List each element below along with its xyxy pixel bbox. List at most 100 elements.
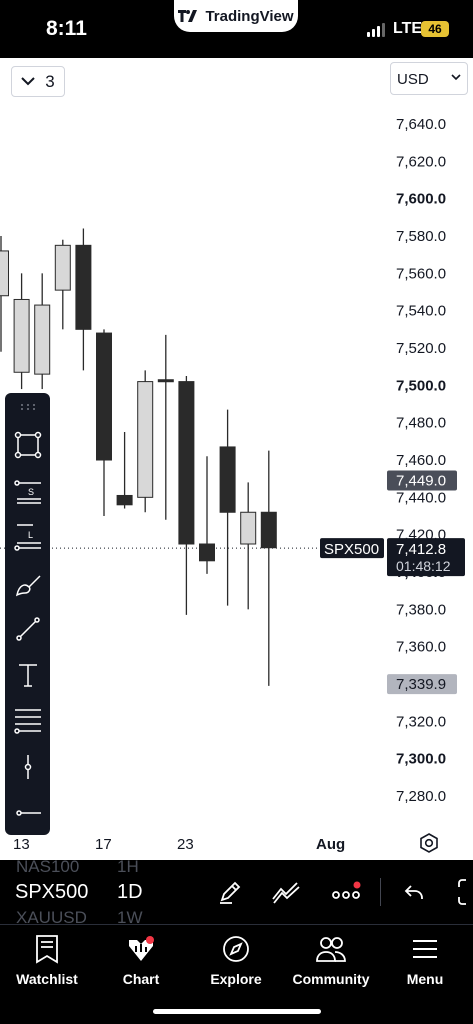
tab-explore[interactable]: Explore bbox=[189, 933, 283, 987]
price-tick: 7,280.0 bbox=[396, 788, 446, 805]
community-icon bbox=[316, 937, 346, 962]
short-position-tool-icon[interactable]: S bbox=[5, 471, 50, 511]
price-tick: 7,500.0 bbox=[396, 377, 446, 394]
candle[interactable] bbox=[13, 273, 30, 390]
candle[interactable] bbox=[0, 236, 9, 352]
tradingview-logo-icon bbox=[178, 10, 198, 22]
app-name: TradingView bbox=[205, 7, 294, 25]
status-time: 8:11 bbox=[46, 17, 87, 40]
candle-body bbox=[0, 250, 9, 297]
candle[interactable] bbox=[260, 450, 277, 686]
low-price-label-text: 7,339.9 bbox=[396, 676, 446, 693]
drag-handle-icon[interactable] bbox=[5, 395, 50, 419]
chart-settings-icon[interactable] bbox=[418, 832, 440, 854]
brush-tool-icon[interactable] bbox=[5, 565, 50, 605]
price-tick: 7,620.0 bbox=[396, 153, 446, 170]
vertical-line-tool-icon[interactable] bbox=[5, 747, 50, 787]
rectangle-tool-icon[interactable] bbox=[5, 425, 50, 465]
price-tick: 7,440.0 bbox=[396, 489, 446, 506]
price-tick: 7,560.0 bbox=[396, 265, 446, 282]
tab-label: Watchlist bbox=[16, 971, 78, 987]
battery-icon: 46 bbox=[421, 21, 449, 37]
candle[interactable] bbox=[75, 228, 92, 371]
candle[interactable] bbox=[219, 409, 236, 606]
price-tick: 7,580.0 bbox=[396, 228, 446, 245]
candle[interactable] bbox=[240, 482, 257, 610]
tab-label: Chart bbox=[122, 971, 160, 987]
candle[interactable] bbox=[116, 432, 133, 509]
price-tick: 7,460.0 bbox=[396, 452, 446, 469]
candle-body bbox=[260, 511, 277, 549]
fullscreen-icon bbox=[458, 879, 466, 905]
price-chart[interactable]: 7,640.0 7,620.0 7,600.0 7,580.0 7,560.0 7,540… bbox=[0, 58, 473, 828]
price-tick: 7,600.0 bbox=[396, 191, 446, 208]
candle[interactable] bbox=[199, 456, 215, 574]
indicators-icon bbox=[272, 882, 300, 904]
candle-body bbox=[137, 381, 154, 498]
countdown-timer: 01:48:12 bbox=[396, 558, 451, 574]
current-price-value: 7,412.8 bbox=[396, 541, 446, 558]
symbol-toolbar: NAS100 1H XAUUSD 1W SPX500 1D bbox=[0, 860, 473, 924]
tab-chart[interactable]: Chart bbox=[94, 933, 188, 987]
candle[interactable] bbox=[34, 273, 51, 390]
candle-body bbox=[34, 304, 51, 375]
text-tool-icon[interactable] bbox=[5, 655, 50, 695]
symbol-tag: SPX500 bbox=[324, 541, 379, 558]
signal-icon bbox=[367, 23, 385, 37]
candle[interactable] bbox=[157, 334, 174, 520]
candle-body bbox=[96, 332, 112, 461]
home-indicator bbox=[153, 1009, 321, 1014]
undo-button[interactable] bbox=[396, 874, 432, 910]
price-tick: 7,520.0 bbox=[396, 340, 446, 357]
candle[interactable] bbox=[178, 376, 195, 615]
candle-body bbox=[116, 494, 133, 506]
tab-menu[interactable]: Menu bbox=[378, 933, 472, 987]
menu-icon bbox=[413, 940, 437, 958]
low-price-label: 7,339.9 bbox=[387, 674, 457, 695]
network-label: LTE bbox=[393, 20, 423, 37]
symbol-picker[interactable]: SPX500 bbox=[15, 881, 88, 904]
drawing-toolbar: S L bbox=[5, 393, 50, 835]
timeframe-picker[interactable]: 1D bbox=[117, 881, 143, 904]
indicators-button[interactable] bbox=[268, 874, 304, 910]
ghost-timeframe: 1W bbox=[117, 908, 143, 924]
price-tick: 7,540.0 bbox=[396, 303, 446, 320]
price-tick: 7,300.0 bbox=[396, 751, 446, 768]
pen-icon bbox=[220, 881, 241, 904]
time-axis[interactable]: 13 17 23 Aug bbox=[0, 828, 473, 858]
candle[interactable] bbox=[137, 370, 154, 513]
fib-retracement-tool-icon[interactable] bbox=[5, 701, 50, 741]
candle-body bbox=[178, 381, 195, 545]
tab-label: Community bbox=[292, 971, 370, 987]
compass-icon bbox=[223, 936, 249, 962]
more-button[interactable] bbox=[328, 874, 364, 910]
fullscreen-button[interactable] bbox=[452, 874, 473, 910]
candle[interactable] bbox=[54, 239, 71, 330]
price-tick: 7,640.0 bbox=[396, 116, 446, 133]
ghost-symbol: NAS100 bbox=[16, 860, 80, 876]
dynamic-island[interactable]: TradingView bbox=[174, 0, 298, 32]
candle-body bbox=[199, 543, 215, 562]
tab-label: Menu bbox=[406, 971, 444, 987]
undo-icon bbox=[404, 885, 423, 899]
horizontal-ray-tool-icon[interactable] bbox=[5, 793, 50, 833]
tab-community[interactable]: Community bbox=[284, 933, 378, 987]
tab-label: Explore bbox=[210, 971, 262, 987]
candle-body bbox=[157, 379, 174, 383]
candle-body bbox=[54, 244, 71, 291]
current-price-marker: SPX500 7,412.801:48:12 bbox=[320, 538, 465, 577]
time-tick: 17 bbox=[95, 836, 112, 853]
svg-text:S: S bbox=[28, 487, 34, 497]
long-position-tool-icon[interactable]: L bbox=[5, 517, 50, 557]
candle-body bbox=[75, 244, 92, 330]
candle-body bbox=[13, 298, 30, 373]
tab-watchlist[interactable]: Watchlist bbox=[0, 933, 94, 987]
watchlist-icon bbox=[36, 935, 58, 964]
svg-text:L: L bbox=[28, 530, 33, 540]
chart-icon bbox=[129, 936, 154, 961]
high-price-label: 7,449.0 bbox=[387, 470, 457, 491]
trend-line-tool-icon[interactable] bbox=[5, 609, 50, 649]
time-tick: Aug bbox=[316, 836, 346, 853]
drawing-tools-button[interactable] bbox=[212, 874, 248, 910]
candle[interactable] bbox=[96, 329, 112, 516]
